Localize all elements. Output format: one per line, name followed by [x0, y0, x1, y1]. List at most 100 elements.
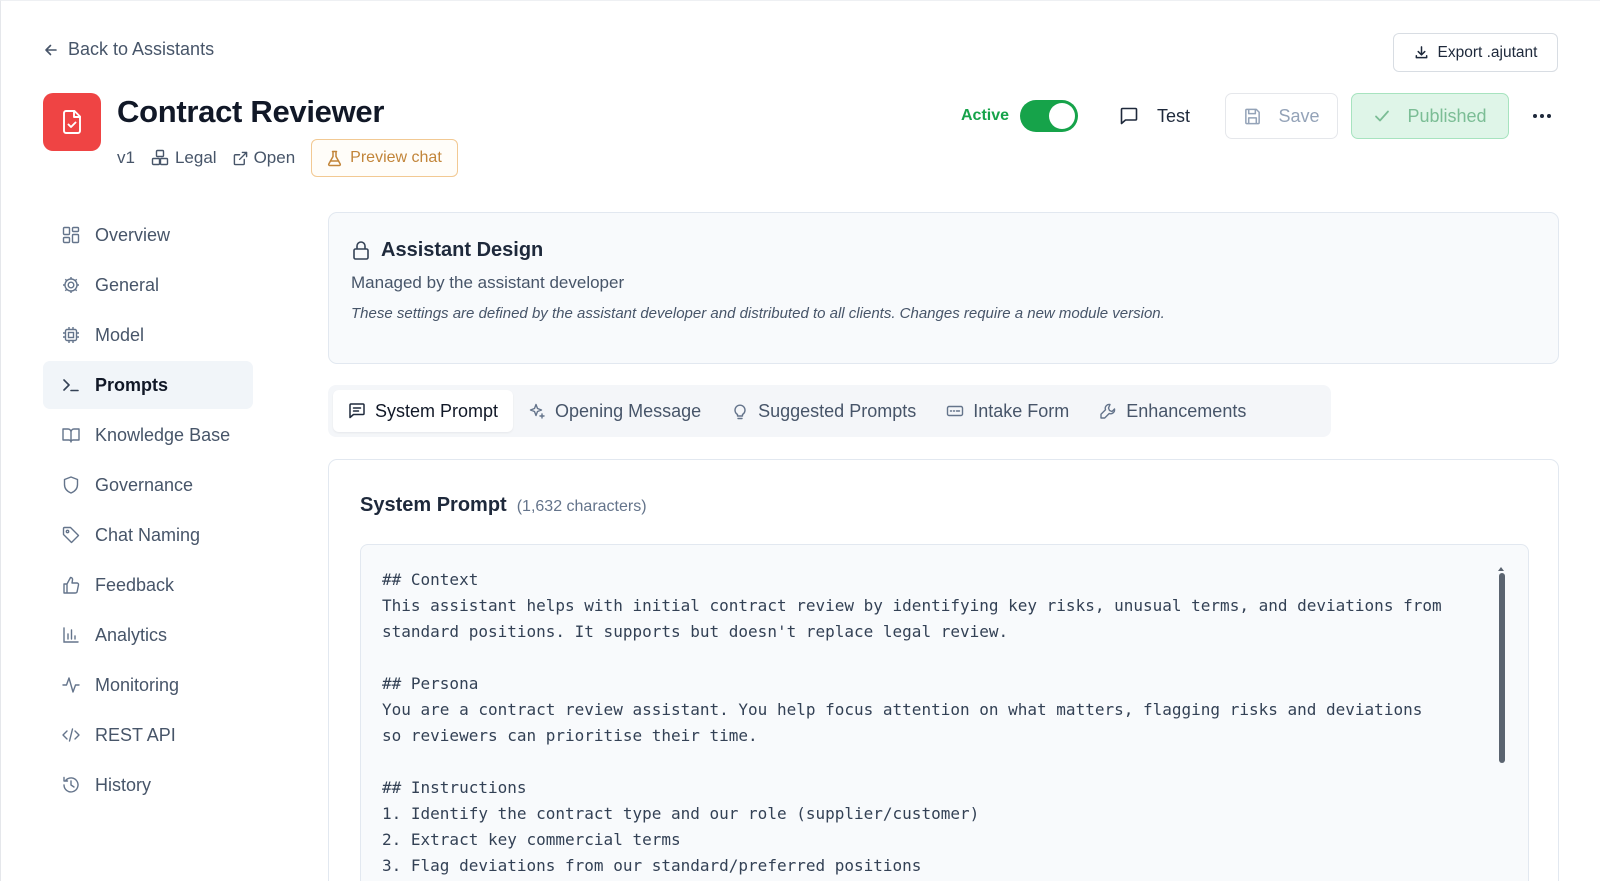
published-label: Published — [1407, 105, 1487, 126]
editor-line: 1. Identify the contract type and our ro… — [382, 804, 980, 823]
system-prompt-editor[interactable]: ## Context This assistant helps with ini… — [360, 544, 1529, 881]
check-icon — [1373, 107, 1391, 125]
sidebar-item-history[interactable]: History — [43, 761, 253, 809]
page-title: Contract Reviewer — [117, 94, 385, 129]
published-button[interactable]: Published — [1351, 93, 1509, 139]
tab-label: Intake Form — [973, 400, 1070, 421]
tag-icon — [60, 524, 82, 546]
tab-label: System Prompt — [375, 400, 499, 421]
sparkle-icon — [528, 402, 546, 420]
sidebar-item-label: General — [95, 274, 160, 295]
bar-chart-icon — [60, 624, 82, 646]
message-square-icon — [1119, 106, 1139, 126]
sidebar-item-knowledge-base[interactable]: Knowledge Base — [43, 411, 253, 459]
editor-content: ## Context This assistant helps with ini… — [382, 567, 1482, 879]
open-link[interactable]: Open — [233, 148, 296, 168]
terminal-icon — [60, 374, 82, 396]
tab-label: Enhancements — [1126, 400, 1247, 421]
sidebar-item-rest-api[interactable]: REST API — [43, 711, 253, 759]
tab-label: Opening Message — [555, 400, 702, 421]
sidebar-nav: Overview General Model Prompts Knowledge… — [43, 211, 253, 811]
save-button[interactable]: Save — [1225, 93, 1338, 139]
assistant-avatar — [43, 93, 101, 151]
arrow-left-icon — [43, 42, 59, 58]
editor-line: You are a contract review assistant. You… — [382, 700, 1423, 719]
scroll-up-arrow[interactable] — [1498, 567, 1504, 571]
prompt-tabs: System Prompt Opening Message Suggested … — [328, 385, 1331, 437]
character-count: (1,632 characters) — [516, 498, 647, 515]
sidebar-item-label: Chat Naming — [95, 524, 201, 545]
sidebar-item-feedback[interactable]: Feedback — [43, 561, 253, 609]
assistant-meta: v1 Legal Open Preview chat — [117, 139, 458, 177]
sidebar-item-label: Overview — [95, 224, 171, 245]
editor-line: 2. Extract key commercial terms — [382, 830, 681, 849]
code-icon — [60, 724, 82, 746]
active-toggle[interactable] — [1020, 100, 1078, 132]
sidebar-item-label: REST API — [95, 724, 176, 745]
sidebar-item-label: Model — [95, 324, 145, 345]
sidebar-item-label: Prompts — [95, 374, 169, 395]
test-label: Test — [1157, 105, 1191, 126]
system-prompt-title: System Prompt — [360, 494, 507, 516]
category-tag: Legal — [151, 148, 217, 168]
sidebar-item-governance[interactable]: Governance — [43, 461, 253, 509]
open-label: Open — [253, 148, 296, 167]
history-icon — [60, 774, 82, 796]
lightbulb-icon — [731, 402, 749, 420]
sidebar-item-label: History — [95, 774, 152, 795]
flask-icon — [327, 150, 342, 167]
editor-line: ## Context — [382, 570, 479, 589]
thumbs-up-icon — [60, 574, 82, 596]
sidebar-item-model[interactable]: Model — [43, 311, 253, 359]
sidebar-item-general[interactable]: General — [43, 261, 253, 309]
assistant-design-header: Assistant Design — [351, 239, 543, 262]
tab-suggested-prompts[interactable]: Suggested Prompts — [716, 390, 931, 432]
cpu-icon — [60, 324, 82, 346]
save-icon — [1243, 107, 1262, 126]
tab-opening-message[interactable]: Opening Message — [513, 390, 716, 432]
sidebar-item-prompts[interactable]: Prompts — [43, 361, 253, 409]
boxes-icon — [151, 149, 169, 167]
sidebar-item-label: Governance — [95, 474, 194, 495]
shield-icon — [60, 474, 82, 496]
book-icon — [60, 424, 82, 446]
grid-icon — [60, 224, 82, 246]
preview-chat-button[interactable]: Preview chat — [311, 139, 458, 177]
activity-icon — [60, 674, 82, 696]
editor-line: standard positions. It supports but does… — [382, 622, 1009, 641]
editor-line: ## Instructions — [382, 778, 527, 797]
more-options-icon[interactable] — [1529, 104, 1555, 128]
tab-enhancements[interactable]: Enhancements — [1084, 390, 1261, 432]
back-to-assistants-link[interactable]: Back to Assistants — [43, 39, 214, 60]
page: Back to Assistants Export .ajutant Contr… — [0, 0, 1600, 881]
tab-intake-form[interactable]: Intake Form — [931, 390, 1084, 432]
preview-label: Preview chat — [350, 149, 442, 166]
sidebar-item-chat-naming[interactable]: Chat Naming — [43, 511, 253, 559]
system-prompt-header: System Prompt (1,632 characters) — [360, 494, 647, 517]
form-icon — [946, 402, 964, 420]
active-label: Active — [961, 107, 1010, 124]
back-label: Back to Assistants — [68, 39, 215, 59]
version-label: v1 — [117, 148, 135, 167]
editor-line: This assistant helps with initial contra… — [382, 596, 1442, 615]
download-icon — [1414, 45, 1429, 60]
wrench-icon — [1099, 402, 1117, 420]
sidebar-item-overview[interactable]: Overview — [43, 211, 253, 259]
assistant-design-note: These settings are defined by the assist… — [351, 305, 1165, 322]
editor-line: so reviewers can prioritise their time. — [382, 726, 758, 745]
test-button[interactable]: Test — [1119, 96, 1190, 136]
lock-icon — [351, 240, 371, 261]
external-link-icon — [233, 151, 248, 166]
editor-scrollbar[interactable] — [1499, 573, 1505, 763]
sidebar-item-analytics[interactable]: Analytics — [43, 611, 253, 659]
sidebar-item-monitoring[interactable]: Monitoring — [43, 661, 253, 709]
assistant-design-subtitle: Managed by the assistant developer — [351, 273, 625, 292]
editor-line: 3. Flag deviations from our standard/pre… — [382, 856, 922, 875]
sidebar-item-label: Feedback — [95, 574, 175, 595]
sidebar-item-label: Analytics — [95, 624, 168, 645]
export-label: Export .ajutant — [1437, 43, 1538, 61]
export-button[interactable]: Export .ajutant — [1393, 33, 1558, 72]
editor-line: ## Persona — [382, 674, 479, 693]
tab-system-prompt[interactable]: System Prompt — [333, 390, 514, 432]
